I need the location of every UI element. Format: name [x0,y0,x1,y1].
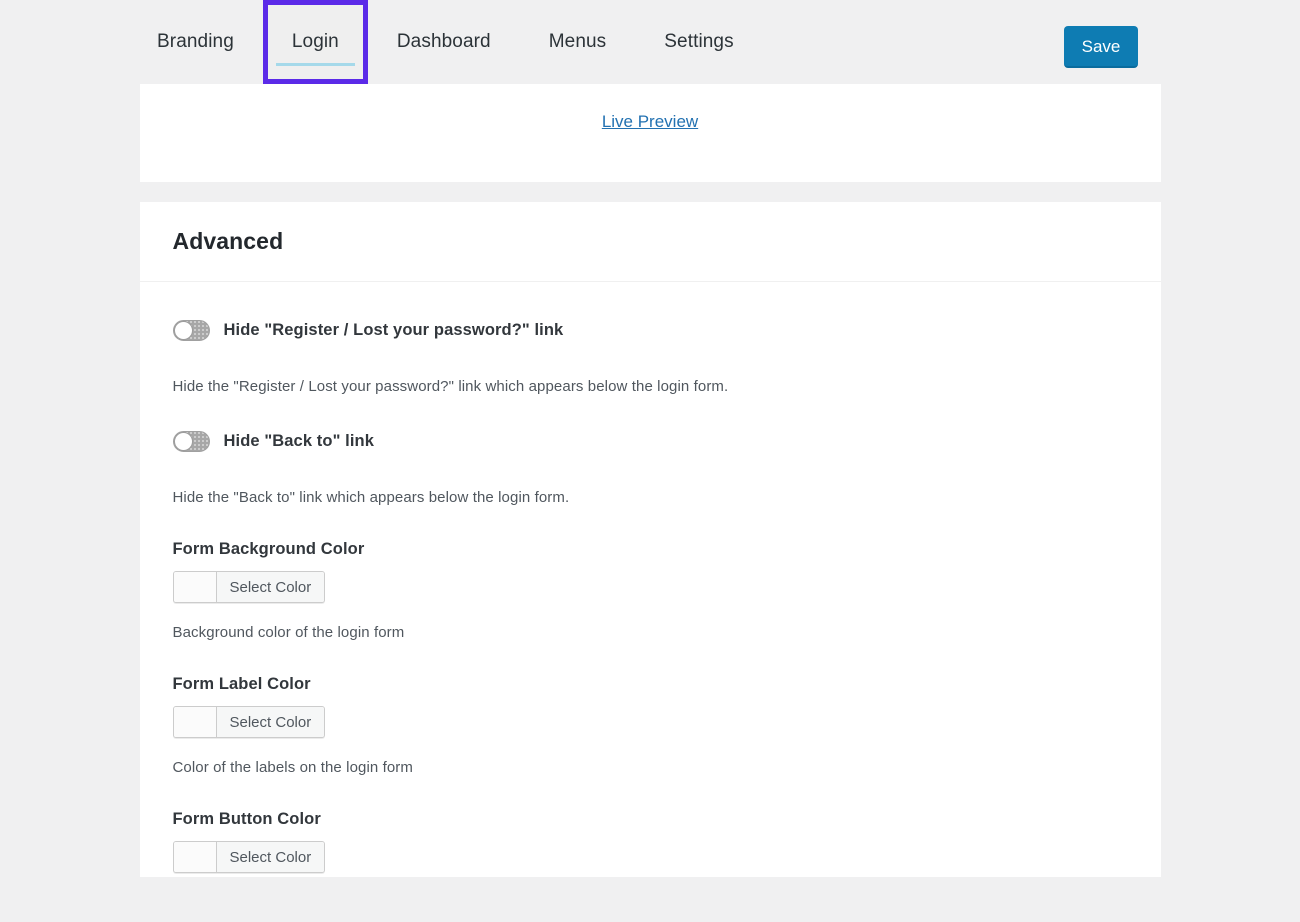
tab-branding[interactable]: Branding [128,0,263,84]
toggle-hide-back-to-link[interactable] [173,431,210,452]
field-description: Hide the "Register / Lost your password?… [173,378,1128,395]
page-title: Advanced [173,228,284,255]
top-tab-bar: Branding Login Dashboard Menus Settings … [0,0,1300,84]
tab-list: Branding Login Dashboard Menus Settings [128,0,763,84]
toggle-label: Hide "Back to" link [224,432,375,451]
field-hide-register-link: Hide "Register / Lost your password?" li… [173,315,1128,395]
live-preview-panel: Live Preview [140,84,1161,182]
save-button[interactable]: Save [1064,26,1138,68]
color-swatch[interactable] [174,707,217,737]
field-form-button-color: Form Button Color Select Color [173,810,1128,877]
toggle-row: Hide "Register / Lost your password?" li… [173,315,1128,345]
color-picker-form-label[interactable]: Select Color [173,706,326,738]
color-picker-form-button[interactable]: Select Color [173,841,326,873]
advanced-panel-header: Advanced [140,202,1161,282]
field-spacer [173,776,1128,810]
panel-separator [0,182,1300,202]
select-color-button[interactable]: Select Color [217,572,325,602]
field-description: Hide the "Back to" link which appears be… [173,489,1128,506]
live-preview-link[interactable]: Live Preview [602,112,698,132]
field-description: Color of the labels on the login form [173,759,1128,776]
advanced-panel: Advanced Hide "Register / Lost your pass… [140,202,1161,877]
select-color-button[interactable]: Select Color [217,842,325,872]
color-picker-form-background[interactable]: Select Color [173,571,326,603]
field-label: Form Background Color [173,540,1128,559]
field-hide-back-to-link: Hide "Back to" link Hide the "Back to" l… [173,426,1128,506]
field-spacer [173,395,1128,426]
color-swatch[interactable] [174,572,217,602]
toggle-knob-icon [174,432,193,451]
field-spacer [173,506,1128,540]
toggle-hide-register-link[interactable] [173,320,210,341]
field-spacer [173,641,1128,675]
toggle-knob-icon [174,321,193,340]
field-description: Background color of the login form [173,624,1128,641]
color-swatch[interactable] [174,842,217,872]
tab-menus[interactable]: Menus [520,0,636,84]
field-label: Form Label Color [173,675,1128,694]
advanced-panel-body: Hide "Register / Lost your password?" li… [140,282,1161,877]
toggle-row: Hide "Back to" link [173,426,1128,456]
field-form-label-color: Form Label Color Select Color Color of t… [173,675,1128,776]
tab-settings[interactable]: Settings [635,0,762,84]
select-color-button[interactable]: Select Color [217,707,325,737]
tab-dashboard[interactable]: Dashboard [368,0,520,84]
toggle-label: Hide "Register / Lost your password?" li… [224,321,564,340]
tab-login[interactable]: Login [263,0,368,84]
field-form-background-color: Form Background Color Select Color Backg… [173,540,1128,641]
field-label: Form Button Color [173,810,1128,829]
